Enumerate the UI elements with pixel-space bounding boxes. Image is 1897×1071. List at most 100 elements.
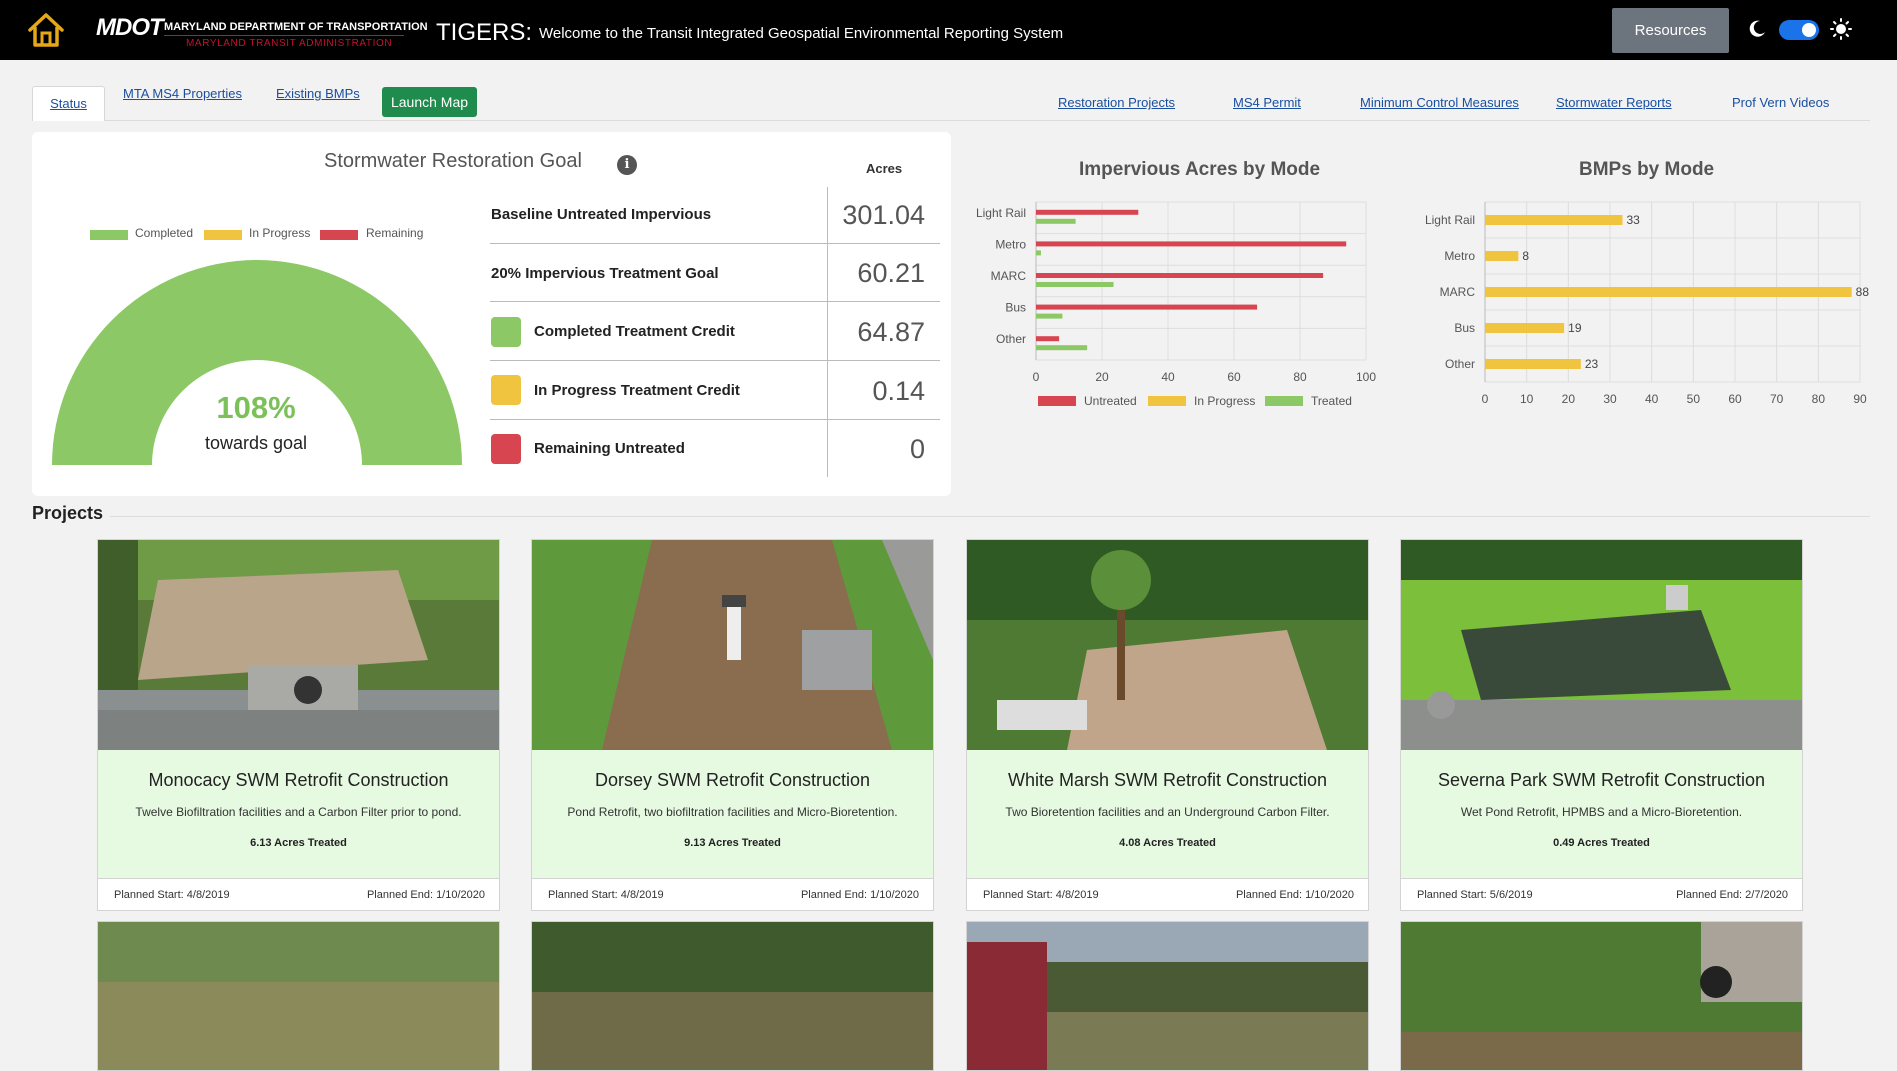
x-tick-label: 70 [1770,392,1784,406]
project-photo [967,540,1368,750]
project-card-dorsey[interactable]: Dorsey SWM Retrofit Construction Pond Re… [531,539,934,911]
row-remaining-value: 0 [909,434,925,464]
bar-bmps [1485,359,1581,369]
theme-toggle[interactable] [1779,20,1819,40]
row-goal-value: 60.21 [857,258,925,288]
moon-icon [1749,20,1765,37]
tab-ms4-properties[interactable]: MTA MS4 Properties [123,86,242,101]
row-baseline-value: 301.04 [842,200,925,230]
bar-bmps [1485,287,1852,297]
info-icon[interactable]: i [617,155,637,175]
row-in-progress-value: 0.14 [872,376,925,406]
row-completed-label: Completed Treatment Credit [534,323,735,340]
project-photo [98,922,499,1070]
table-divider [827,187,828,477]
bar-untreated [1036,304,1258,310]
x-tick-label: 60 [1227,370,1241,384]
category-label: Light Rail [1425,213,1475,227]
bar-treated [1036,282,1114,287]
projects-heading: Projects [32,503,104,523]
link-restoration-projects[interactable]: Restoration Projects [1058,95,1175,110]
x-tick-label: 90 [1853,392,1867,406]
bar-data-label: 19 [1568,321,1582,335]
x-tick-label: 20 [1095,370,1109,384]
row-in-progress-label: In Progress Treatment Credit [534,382,740,399]
impervious-chart-title: Impervious Acres by Mode [1079,159,1321,180]
bar-data-label: 33 [1627,213,1641,227]
project-card-row2-3[interactable] [966,921,1369,1071]
welcome-text: Welcome to the Transit Integrated Geospa… [539,25,1064,42]
bar-data-label: 88 [1856,285,1870,299]
legend-swatch [1038,396,1076,406]
legend-completed[interactable]: Completed [135,226,193,240]
completed-swatch [491,317,521,347]
x-tick-label: 0 [1033,370,1040,384]
link-prof-vern-videos[interactable]: Prof Vern Videos [1732,95,1829,110]
legend-label: Treated [1311,394,1352,408]
legend-swatch-in-progress [204,230,242,240]
bar-untreated [1036,273,1324,278]
link-stormwater-reports[interactable]: Stormwater Reports [1556,95,1672,110]
x-tick-label: 0 [1482,392,1489,406]
home-icon[interactable] [26,11,66,49]
link-ms4-permit[interactable]: MS4 Permit [1233,95,1301,110]
category-label: Metro [995,237,1026,251]
project-photo [1401,922,1802,1070]
bar-treated [1036,345,1088,351]
legend-swatch [1265,396,1303,406]
impervious-acres-chart: 0 20 40 60 80 100 Light Rail Metro MARC Bus Other U… [976,201,1376,408]
bar-untreated [1036,336,1060,342]
x-tick-label: 50 [1687,392,1701,406]
category-label: Other [996,332,1026,346]
category-label: Other [1445,357,1475,371]
x-tick-label: 10 [1520,392,1534,406]
legend-swatch-remaining [320,230,358,240]
bmps-chart-title: BMPs by Mode [1579,159,1715,180]
project-photo [967,922,1368,1070]
legend-label: In Progress [1194,394,1255,408]
project-card-row2-4[interactable] [1400,921,1803,1071]
acres-header: Acres [866,161,903,176]
link-minimum-control-measures[interactable]: Minimum Control Measures [1360,95,1519,110]
bar-data-label: 23 [1585,357,1599,371]
project-photo [532,922,933,1070]
category-label: Bus [1454,321,1475,335]
x-tick-label: 20 [1562,392,1576,406]
project-photo [1401,540,1802,750]
launch-map-button[interactable]: Launch Map [382,87,477,117]
x-tick-label: 100 [1356,370,1376,384]
project-photo [98,540,499,750]
row-baseline-label: Baseline Untreated Impervious [491,206,712,223]
category-label: Bus [1005,301,1026,315]
x-tick-label: 80 [1293,370,1307,384]
legend-swatch-completed [90,230,128,240]
bar-treated [1036,313,1063,319]
project-card-monocacy[interactable]: Monocacy SWM Retrofit Construction Twelv… [97,539,500,911]
legend-swatch [1148,396,1186,406]
row-completed-value: 64.87 [857,317,925,347]
sun-icon [1830,18,1852,40]
legend-label: Untreated [1084,394,1137,408]
project-card-severna-park[interactable]: Severna Park SWM Retrofit Construction W… [1400,539,1803,911]
legend-remaining[interactable]: Remaining [366,226,423,240]
category-label: MARC [1440,285,1476,299]
x-tick-label: 80 [1812,392,1826,406]
project-card-row2-1[interactable] [97,921,500,1071]
category-label: MARC [991,269,1027,283]
goal-title: Stormwater Restoration Goal [324,150,582,172]
tab-existing-bmps[interactable]: Existing BMPs [276,86,360,101]
x-tick-label: 40 [1161,370,1175,384]
project-photo [532,540,933,750]
tab-status[interactable]: Status [32,86,105,121]
bar-bmps [1485,323,1565,333]
project-card-white-marsh[interactable]: White Marsh SWM Retrofit Construction Tw… [966,539,1369,911]
bar-bmps [1485,251,1519,261]
bar-data-label: 8 [1522,249,1529,263]
x-tick-label: 30 [1603,392,1617,406]
legend-in-progress[interactable]: In Progress [249,226,310,240]
project-card-row2-2[interactable] [531,921,934,1071]
bar-untreated [1036,241,1347,247]
mdot-logo: MDOT MARYLAND DEPARTMENT OF TRANSPORTATI… [96,14,428,49]
row-goal-label: 20% Impervious Treatment Goal [491,265,719,282]
resources-button[interactable]: Resources [1612,8,1729,53]
